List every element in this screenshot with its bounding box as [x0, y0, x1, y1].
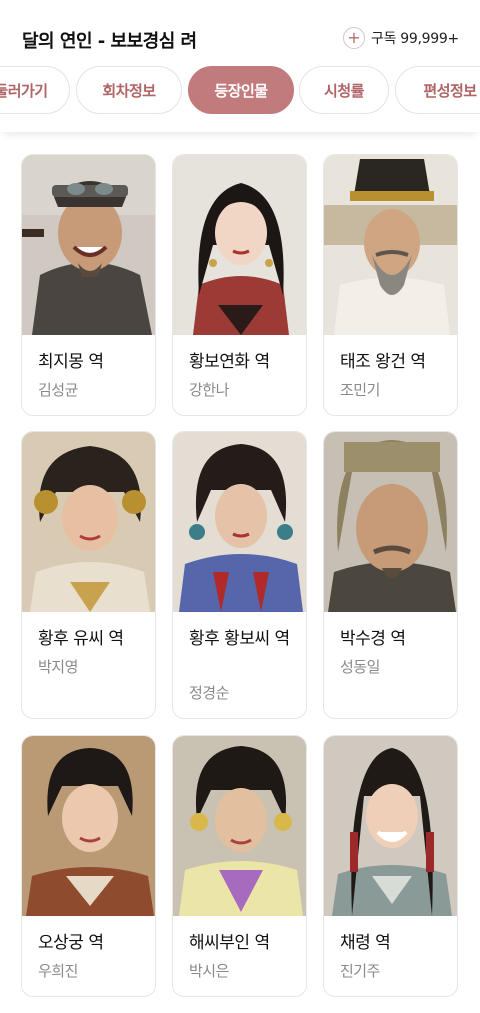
subscribe-count: 구독 99,999+: [371, 31, 459, 47]
cast-photo: [173, 736, 306, 916]
program-title: 달의 연인 - 보보경심 려: [22, 31, 197, 52]
role-name: 태조 왕건 역: [340, 352, 426, 372]
actor-name: 진기주: [340, 962, 380, 980]
role-name: 오상궁 역: [38, 933, 104, 953]
tab-schedule[interactable]: 편성정보: [395, 66, 480, 114]
actor-name: 김성균: [38, 381, 78, 399]
actor-name: 강한나: [189, 381, 229, 399]
cast-photo: [22, 432, 155, 612]
tab-overview[interactable]: 둘러가기: [0, 66, 70, 114]
plus-icon: +: [343, 27, 365, 49]
tab-episodes[interactable]: 회차정보: [76, 66, 182, 114]
cast-card[interactable]: 황보연화 역 강한나: [172, 154, 307, 416]
tab-bar: 둘러가기 회차정보 등장인물 시청률 편성정보: [0, 62, 480, 132]
role-name: 박수경 역: [340, 629, 406, 649]
cast-card[interactable]: 황후 황보씨 역 정경순: [172, 431, 307, 719]
actor-name: 조민기: [340, 381, 380, 399]
role-name: 황후 유씨 역: [38, 629, 124, 649]
cast-photo: [22, 155, 155, 335]
cast-photo: [324, 155, 457, 335]
cast-card[interactable]: 해씨부인 역 박시은: [172, 735, 307, 997]
cast-photo: [22, 736, 155, 916]
actor-name: 정경순: [189, 684, 229, 702]
tab-ratings[interactable]: 시청률: [299, 66, 389, 114]
cast-card[interactable]: 채령 역 진기주: [323, 735, 458, 997]
cast-photo: [173, 432, 306, 612]
role-name: 해씨부인 역: [189, 933, 270, 953]
cast-card[interactable]: 황후 유씨 역 박지영: [21, 431, 156, 719]
role-name: 채령 역: [340, 933, 391, 953]
role-name: 황보연화 역: [189, 352, 270, 372]
tab-cast[interactable]: 등장인물: [188, 66, 294, 114]
actor-name: 박시은: [189, 962, 229, 980]
cast-photo: [173, 155, 306, 335]
role-name: 최지몽 역: [38, 352, 104, 372]
cast-photo: [324, 736, 457, 916]
actor-name: 박지영: [38, 658, 78, 676]
subscribe-button[interactable]: + 구독 99,999+: [343, 27, 459, 49]
top-bar: 달의 연인 - 보보경심 려 + 구독 99,999+: [0, 0, 480, 62]
cast-card[interactable]: 최지몽 역 김성균: [21, 154, 156, 416]
cast-card[interactable]: 태조 왕건 역 조민기: [323, 154, 458, 416]
cast-card[interactable]: 오상궁 역 우희진: [21, 735, 156, 997]
cast-card[interactable]: 박수경 역 성동일: [323, 431, 458, 719]
actor-name: 성동일: [340, 658, 380, 676]
role-name: 황후 황보씨 역: [189, 629, 290, 649]
cast-photo: [324, 432, 457, 612]
actor-name: 우희진: [38, 962, 78, 980]
